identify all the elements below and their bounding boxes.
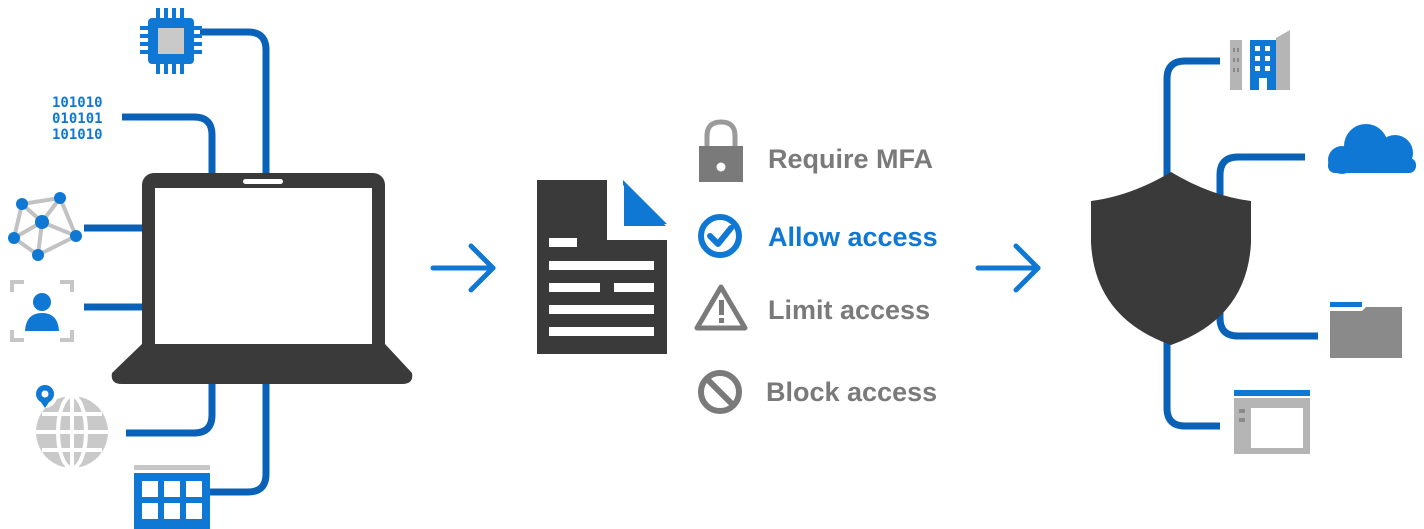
connector-apps bbox=[210, 380, 270, 496]
connector-folder bbox=[1216, 312, 1318, 340]
decision-allow-access: Allow access bbox=[698, 214, 938, 258]
check-circle-icon bbox=[698, 214, 742, 258]
connector-cloud bbox=[1216, 153, 1305, 195]
binary-line-2: 010101 bbox=[52, 111, 103, 127]
binary-line-1: 101010 bbox=[52, 95, 103, 111]
cloud-icon bbox=[1328, 124, 1416, 174]
binary-line-3: 101010 bbox=[52, 127, 103, 143]
conditional-access-diagram: 101010 010101 101010 Require MFA Allow a… bbox=[8, 8, 1416, 529]
decision-limit-access: Limit access bbox=[694, 284, 930, 331]
arrow-right-icon bbox=[975, 243, 1041, 293]
user-identity-icon bbox=[10, 280, 74, 342]
folder-icon bbox=[1330, 302, 1402, 358]
decision-label: Allow access bbox=[768, 222, 938, 252]
app-grid-icon bbox=[134, 465, 210, 529]
app-window-icon bbox=[1234, 390, 1310, 454]
shield-icon bbox=[1091, 172, 1251, 345]
globe-location-icon bbox=[33, 384, 108, 470]
decision-label: Require MFA bbox=[768, 144, 933, 174]
policy-document-icon bbox=[537, 180, 667, 354]
arrow-right-icon bbox=[430, 243, 496, 293]
decision-label: Block access bbox=[766, 377, 937, 407]
connector-binary bbox=[122, 113, 216, 178]
connector-window bbox=[1163, 340, 1220, 430]
network-nodes-icon bbox=[8, 192, 82, 261]
decision-block-access: Block access bbox=[698, 370, 937, 414]
decision-require-mfa: Require MFA bbox=[699, 119, 933, 182]
block-circle-icon bbox=[698, 370, 742, 414]
binary-data-icon: 101010 010101 101010 bbox=[52, 95, 103, 143]
connector-globe bbox=[126, 380, 216, 437]
decision-label: Limit access bbox=[768, 295, 930, 325]
laptop-icon bbox=[111, 173, 413, 384]
building-icon bbox=[1230, 30, 1290, 90]
warning-triangle-icon bbox=[694, 284, 748, 331]
cpu-chip-icon bbox=[140, 8, 202, 74]
padlock-icon bbox=[699, 119, 743, 182]
connector-building bbox=[1163, 57, 1220, 176]
